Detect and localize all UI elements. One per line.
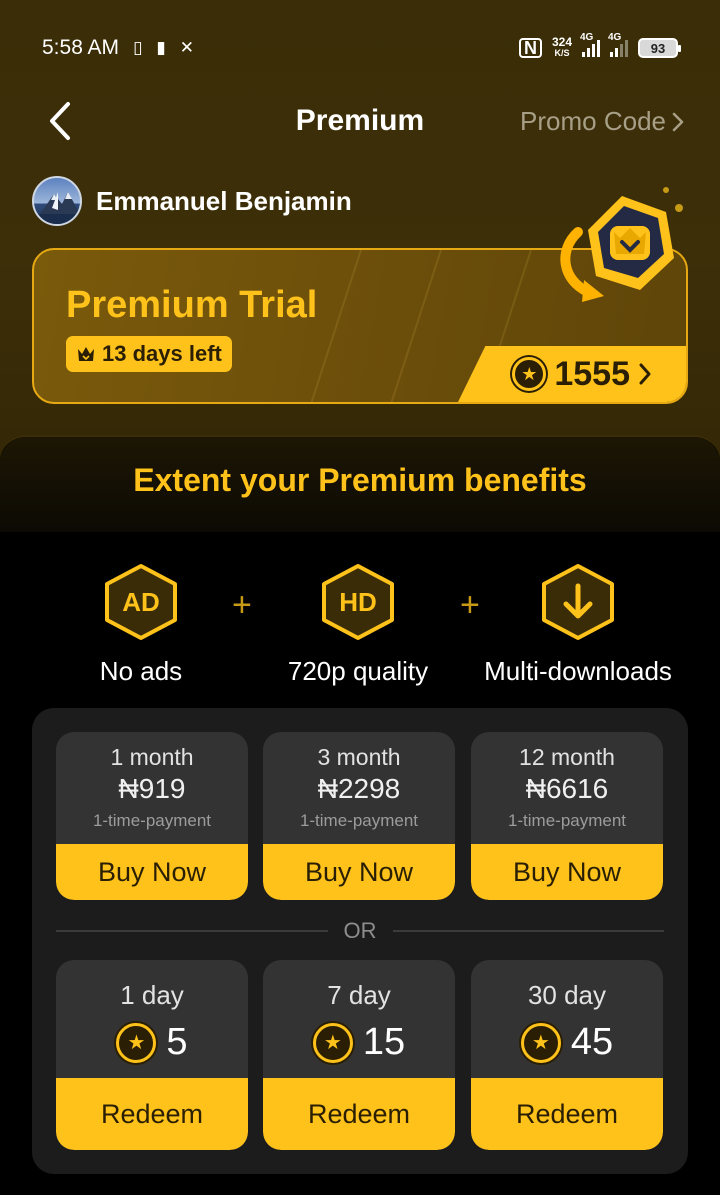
plan-card-1-month[interactable]: 1 month ₦919 1-time-payment Buy Now (56, 732, 248, 900)
redeem-duration: 1 day (120, 980, 184, 1010)
signal-icon-sim1: 4G (580, 32, 600, 57)
promo-code-link[interactable]: Promo Code (520, 106, 684, 137)
crown-icon (78, 347, 94, 361)
benefit-label: No ads (99, 656, 183, 686)
buy-now-button[interactable]: Buy Now (263, 844, 455, 900)
user-info: Emmanuel Benjamin (32, 176, 352, 226)
chevron-right-icon (672, 112, 684, 131)
redeem-cost: ★ 45 (471, 1021, 663, 1064)
redeem-card-7-day[interactable]: 7 day ★ 15 Redeem (263, 960, 455, 1150)
benefit-hd-quality: HD 720p quality (248, 562, 468, 687)
redeem-duration: 7 day (327, 980, 391, 1010)
status-time: 5:58 AM (42, 36, 120, 59)
benefit-label: 720p quality (287, 656, 429, 686)
redeem-button[interactable]: Redeem (263, 1078, 455, 1150)
plan-note: 1-time-payment (92, 811, 212, 830)
or-label: OR (343, 918, 377, 943)
plan-price: ₦2298 (317, 773, 401, 804)
battery-icon: 93 (638, 38, 681, 58)
signal-icon-sim2: 4G (608, 32, 628, 57)
trial-title: Premium Trial (66, 284, 318, 326)
redeem-card-1-day[interactable]: 1 day ★ 5 Redeem (56, 960, 248, 1150)
plan-name: 12 month (519, 744, 615, 770)
avatar-image (34, 192, 80, 224)
buy-now-button[interactable]: Buy Now (56, 844, 248, 900)
divider-line (56, 930, 328, 932)
redeem-cost-value: 45 (570, 1021, 614, 1063)
redeem-cost-value: 5 (166, 1021, 188, 1063)
plan-price: ₦6616 (525, 773, 609, 804)
sd-card-icon: ▮ (156, 38, 166, 57)
nfc-icon: N (518, 38, 542, 58)
back-button[interactable] (42, 100, 78, 142)
user-name: Emmanuel Benjamin (96, 185, 352, 216)
plan-price: ₦919 (118, 773, 186, 804)
plan-note: 1-time-payment (299, 811, 419, 830)
download-icon (542, 564, 614, 640)
plan-name: 3 month (317, 744, 401, 770)
coin-icon: ★ (520, 1022, 561, 1063)
redeem-button[interactable]: Redeem (471, 1078, 663, 1150)
app-header: Premium Promo Code (0, 92, 720, 152)
hd-icon-text: HD (339, 587, 377, 617)
chevron-right-icon (639, 363, 651, 385)
days-left-text: 13 days left (102, 341, 222, 366)
buy-now-button[interactable]: Buy Now (471, 844, 663, 900)
premium-crown-badge-icon (560, 187, 683, 302)
plan-note: 1-time-payment (507, 811, 627, 830)
coin-icon: ★ (512, 357, 547, 391)
redeem-cost: ★ 5 (56, 1021, 248, 1064)
coin-icon: ★ (312, 1022, 353, 1063)
coin-icon: ★ (116, 1022, 157, 1063)
or-divider: OR (56, 918, 664, 944)
no-ads-icon: AD (105, 564, 177, 640)
coin-balance: 1555 (554, 354, 630, 393)
redeem-button[interactable]: Redeem (56, 1078, 248, 1150)
network-speed: 324 K/S (551, 35, 572, 59)
redeem-cost: ★ 15 (263, 1021, 455, 1064)
redeem-card-30-day[interactable]: 30 day ★ 45 Redeem (471, 960, 663, 1150)
signal2-label: 4G (608, 32, 622, 43)
battery-level: 93 (650, 40, 666, 56)
status-bar: 5:58 AM ▯ ▮ ✕ N 324 K/S 4G 4G 93 (0, 28, 720, 68)
plan-card-12-month[interactable]: 12 month ₦6616 1-time-payment Buy Now (471, 732, 663, 900)
redeem-cost-value: 15 (362, 1021, 406, 1063)
hd-icon: HD (322, 564, 394, 640)
benefit-no-ads: AD No ads (31, 562, 251, 687)
promo-code-label: Promo Code (520, 106, 666, 136)
network-speed-value: 324 (551, 35, 572, 49)
phone-storage-icon: ▯ (133, 38, 143, 57)
card-decoration (383, 250, 447, 402)
benefit-label: Multi-downloads (484, 656, 672, 686)
benefit-multi-downloads: Multi-downloads (468, 562, 688, 687)
signal1-label: 4G (580, 32, 594, 43)
no-ads-icon-text: AD (122, 587, 160, 617)
redeem-duration: 30 day (527, 980, 607, 1010)
divider-line (392, 930, 664, 932)
chevron-left-icon (50, 102, 70, 140)
plan-card-3-month[interactable]: 3 month ₦2298 1-time-payment Buy Now (263, 732, 455, 900)
plan-name: 1 month (110, 744, 194, 770)
missed-call-icon: ✕ (179, 38, 195, 57)
network-speed-unit: K/S (554, 48, 570, 58)
days-left-badge: 13 days left (66, 336, 232, 372)
coin-balance-button[interactable]: ★ 1555 (458, 346, 686, 402)
avatar[interactable] (32, 176, 82, 226)
benefits-title: Extent your Premium benefits (133, 462, 587, 498)
